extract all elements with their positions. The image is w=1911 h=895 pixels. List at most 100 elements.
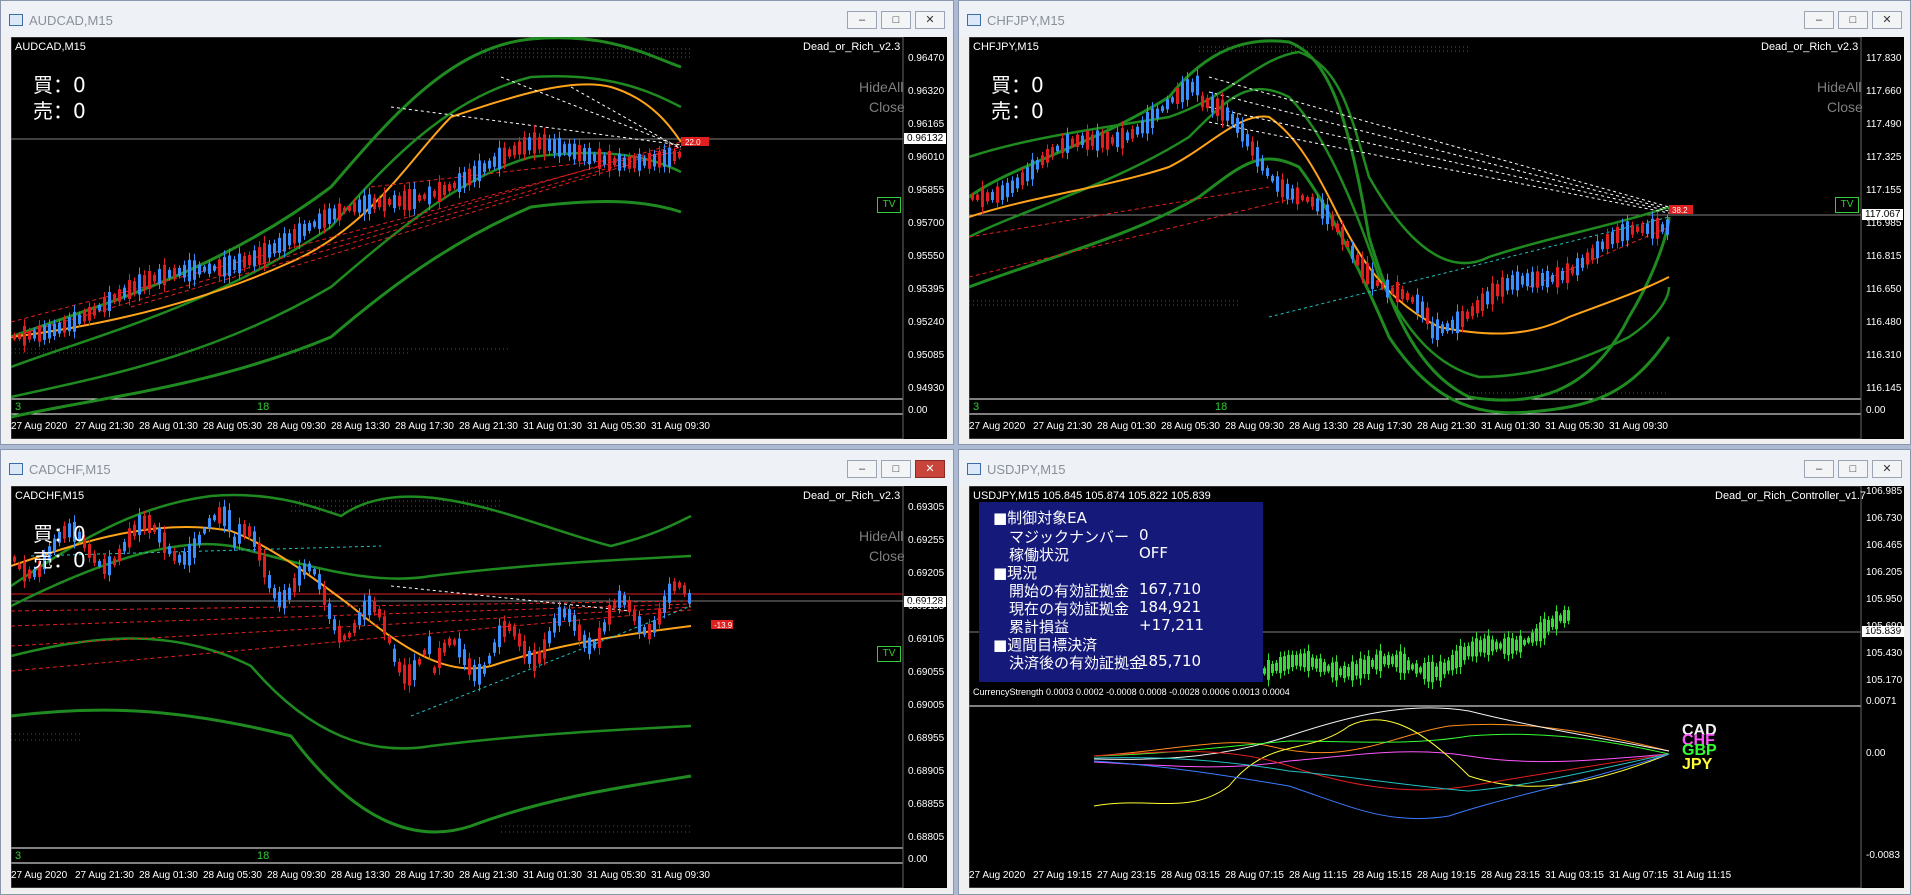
hide-all-button[interactable]: HideAll [1817,79,1861,95]
close-button-chart[interactable]: Close [869,548,905,564]
minimize-button[interactable]: ‒ [847,11,877,29]
candle-body [1415,663,1418,674]
candle-body [293,229,296,244]
candle-body [1256,147,1259,167]
chart-window-audcad[interactable]: AUDCAD,M15 ‒ □ ✕ 22.0 AUDCAD,M15 Dead_or… [0,0,954,445]
candle-body [273,587,276,599]
candle-body [1411,297,1414,303]
y-tick: 105.690 [1866,621,1903,632]
window-titlebar[interactable]: USDJPY,M15 ‒ □ ✕ [959,450,1910,486]
x-tick: 27 Aug 19:15 [1033,870,1092,881]
minimize-button[interactable]: ‒ [1804,11,1834,29]
x-tick: 31 Aug 03:15 [1545,870,1604,881]
candle-body [1447,660,1450,671]
chart-window-usdjpy[interactable]: USDJPY,M15 ‒ □ ✕ USDJPY,M15 105.845 105.… [958,449,1911,895]
candle-body [1291,654,1294,668]
zone-dots-green [11,348,511,354]
candle-body [1211,97,1214,113]
close-button-chart[interactable]: Close [869,99,905,115]
hide-all-button[interactable]: HideAll [859,79,903,95]
candle-body [1471,306,1474,317]
candle-body [1626,221,1629,241]
candle-body [1463,646,1466,661]
candle-body [68,317,71,332]
subwindow-value-mid: 18 [257,850,270,862]
y-tick: 105.430 [1866,648,1903,659]
candle-body [1491,639,1494,652]
candle-body [78,314,81,325]
price-chart[interactable]: 38.2 CHFJPY,M15 Dead_or_Rich_v2.3 買：0 売：… [969,37,1904,439]
candle-body [583,148,586,162]
tv-button[interactable]: TV [877,197,901,213]
chart-window-cadchf[interactable]: CADCHF,M15 ‒ □ ✕ -13.9 CADCHF,M15 Dead_o… [0,449,954,895]
y-tick: 0.68855 [908,799,945,810]
close-button-chart[interactable]: Close [1827,99,1863,115]
candle-body [1631,224,1634,235]
window-title: USDJPY,M15 [987,462,1066,477]
price-chart[interactable]: USDJPY,M15 105.845 105.874 105.822 105.8… [969,486,1904,888]
candle-body [603,155,606,165]
candle-body [333,619,336,631]
candle-body [243,523,246,536]
candle-body [1295,654,1298,666]
candle-body [303,563,306,576]
candle-body [543,639,546,659]
window-titlebar[interactable]: AUDCAD,M15 ‒ □ ✕ [1,1,953,37]
candle-body [553,138,556,154]
chart-canvas: 22.0 [11,37,904,439]
close-button[interactable]: ✕ [915,11,945,29]
candle-body [1006,182,1009,198]
window-titlebar[interactable]: CADCHF,M15 ‒ □ ✕ [1,450,953,486]
candle-body [638,616,641,634]
candle-body [423,649,426,655]
candle-body [1666,219,1669,235]
tv-button[interactable]: TV [1835,197,1859,213]
zone-dots-green [969,300,1669,394]
candle-body [628,600,631,613]
candle-body [133,524,136,537]
chart-window-chfjpy[interactable]: CHFJPY,M15 ‒ □ ✕ 38.2 CHFJPY,M15 Dead_or… [958,0,1911,445]
price-chart[interactable]: -13.9 CADCHF,M15 Dead_or_Rich_v2.3 買：0 売… [11,486,947,888]
candle-body [1046,148,1049,163]
hide-all-button[interactable]: HideAll [859,528,903,544]
candle-body [378,198,381,208]
maximize-button[interactable]: □ [1838,460,1868,478]
price-chart[interactable]: 22.0 AUDCAD,M15 Dead_or_Rich_v2.3 買：0 売：… [11,37,947,439]
window-title: CHFJPY,M15 [987,13,1065,28]
x-tick: 28 Aug 05:30 [203,421,262,432]
minimize-button[interactable]: ‒ [847,460,877,478]
y-tick: 116.815 [1866,251,1902,262]
candle-body [558,137,561,157]
maximize-button[interactable]: □ [881,460,911,478]
window-titlebar[interactable]: CHFJPY,M15 ‒ □ ✕ [959,1,1910,37]
candle-body [1451,654,1454,671]
candle-body [383,616,386,635]
y-tick: 0.95855 [908,185,945,196]
candle-body [483,163,486,173]
candle-body [1431,322,1434,339]
maximize-button[interactable]: □ [881,11,911,29]
candle-body [513,145,516,156]
candle-body [318,574,321,590]
candle-body [413,188,416,209]
candle-body [1161,106,1164,112]
candle-body [228,510,231,531]
maximize-button[interactable]: □ [1838,11,1868,29]
zone-dots [1199,46,1469,52]
candle-body [1251,141,1254,156]
candle-body [438,647,441,669]
close-button[interactable]: ✕ [1872,460,1902,478]
tv-button[interactable]: TV [877,646,901,662]
candle-body [608,151,611,171]
candle-body [358,612,361,626]
sell-count: 売：0 [33,548,86,572]
candle-body [1566,263,1569,284]
candle-body [1581,257,1584,268]
candle-body [1403,653,1406,674]
y-tick: 106.730 [1866,513,1903,524]
candle-body [1166,99,1169,110]
close-button[interactable]: ✕ [915,460,945,478]
minimize-button[interactable]: ‒ [1804,460,1834,478]
magic-number-value: 0 [1139,526,1149,544]
close-button[interactable]: ✕ [1872,11,1902,29]
